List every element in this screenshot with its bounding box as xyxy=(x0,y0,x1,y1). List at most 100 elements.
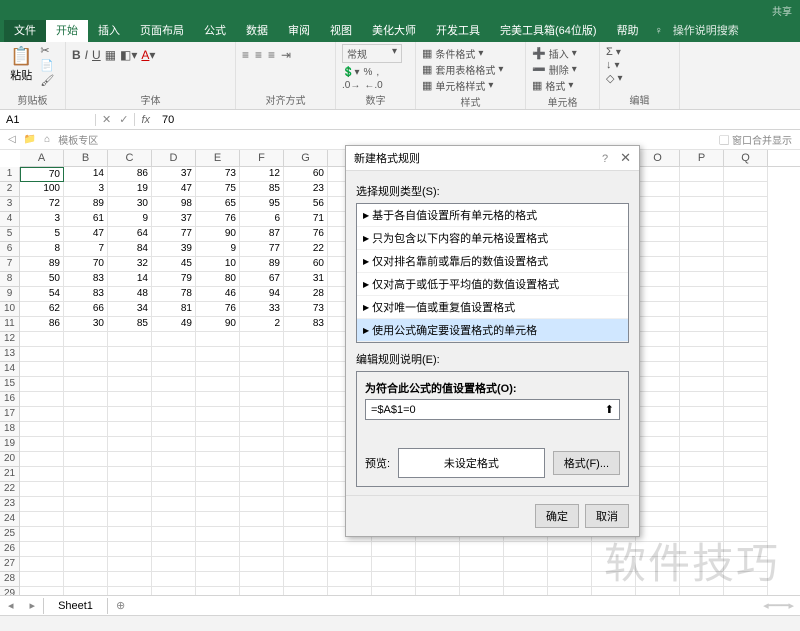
cell[interactable] xyxy=(636,527,680,542)
cell[interactable] xyxy=(636,467,680,482)
cell[interactable] xyxy=(108,407,152,422)
cell[interactable] xyxy=(724,257,768,272)
align-right-icon[interactable]: ≡ xyxy=(268,48,275,62)
col-header[interactable]: C xyxy=(108,150,152,166)
cell[interactable]: 37 xyxy=(152,167,196,182)
row-header[interactable]: 23 xyxy=(0,497,20,512)
cell[interactable] xyxy=(64,347,108,362)
cell[interactable] xyxy=(636,182,680,197)
cell[interactable]: 61 xyxy=(64,212,108,227)
cell[interactable]: 10 xyxy=(196,257,240,272)
cell[interactable]: 50 xyxy=(20,272,64,287)
cell[interactable] xyxy=(64,542,108,557)
cell[interactable] xyxy=(636,227,680,242)
cell[interactable] xyxy=(636,482,680,497)
cell[interactable] xyxy=(108,422,152,437)
cell[interactable] xyxy=(724,362,768,377)
cell[interactable] xyxy=(240,437,284,452)
col-header[interactable]: A xyxy=(20,150,64,166)
cell[interactable] xyxy=(504,557,548,572)
expand-label[interactable]: 窗口合并显示 xyxy=(732,136,792,147)
tab-dev[interactable]: 开发工具 xyxy=(426,20,490,42)
cell[interactable] xyxy=(284,362,328,377)
cell[interactable] xyxy=(680,542,724,557)
cell[interactable] xyxy=(372,542,416,557)
cell[interactable] xyxy=(636,347,680,362)
cell[interactable] xyxy=(152,347,196,362)
cell[interactable]: 84 xyxy=(108,242,152,257)
cell[interactable] xyxy=(724,317,768,332)
cell[interactable]: 76 xyxy=(196,302,240,317)
cell[interactable] xyxy=(724,227,768,242)
add-sheet-icon[interactable]: ⊕ xyxy=(108,599,133,612)
cell[interactable]: 37 xyxy=(152,212,196,227)
tab-perfect[interactable]: 完美工具箱(64位版) xyxy=(490,20,607,42)
cell[interactable] xyxy=(328,557,372,572)
cell[interactable] xyxy=(680,377,724,392)
cell[interactable] xyxy=(152,422,196,437)
col-header[interactable]: P xyxy=(680,150,724,166)
percent-icon[interactable]: % xyxy=(363,67,372,78)
cell[interactable] xyxy=(724,452,768,467)
cell[interactable] xyxy=(196,527,240,542)
folder-icon[interactable]: 📁 xyxy=(24,134,36,145)
cell[interactable] xyxy=(64,377,108,392)
delete-cells-button[interactable]: ➖删除▾ xyxy=(532,62,577,77)
cell[interactable] xyxy=(240,527,284,542)
cell[interactable]: 9 xyxy=(196,242,240,257)
cell[interactable] xyxy=(240,362,284,377)
cell[interactable]: 85 xyxy=(108,317,152,332)
cell[interactable] xyxy=(284,392,328,407)
cell[interactable] xyxy=(20,512,64,527)
format-painter-icon[interactable]: 🖌 xyxy=(40,74,54,87)
row-header[interactable]: 8 xyxy=(0,272,20,287)
cell[interactable]: 3 xyxy=(64,182,108,197)
range-select-icon[interactable]: ⬆ xyxy=(605,403,614,416)
cell[interactable]: 85 xyxy=(240,182,284,197)
cell[interactable] xyxy=(680,227,724,242)
cell[interactable]: 45 xyxy=(152,257,196,272)
cell[interactable] xyxy=(64,437,108,452)
cell[interactable] xyxy=(240,347,284,362)
cell[interactable] xyxy=(548,557,592,572)
cell[interactable] xyxy=(240,542,284,557)
cell[interactable] xyxy=(636,512,680,527)
cell[interactable]: 73 xyxy=(196,167,240,182)
col-header[interactable]: E xyxy=(196,150,240,166)
cell[interactable] xyxy=(20,452,64,467)
row-header[interactable]: 10 xyxy=(0,302,20,317)
cell[interactable] xyxy=(724,557,768,572)
cell[interactable] xyxy=(724,332,768,347)
cell[interactable] xyxy=(636,407,680,422)
cell[interactable] xyxy=(240,392,284,407)
cell[interactable]: 71 xyxy=(284,212,328,227)
cell[interactable]: 31 xyxy=(284,272,328,287)
row-header[interactable]: 20 xyxy=(0,452,20,467)
cell[interactable]: 66 xyxy=(64,302,108,317)
cell[interactable] xyxy=(636,452,680,467)
cell[interactable]: 2 xyxy=(240,317,284,332)
cell[interactable] xyxy=(636,542,680,557)
rule-type-list[interactable]: ▶基于各自值设置所有单元格的格式▶只为包含以下内容的单元格设置格式▶仅对排名靠前… xyxy=(356,203,629,343)
cell[interactable] xyxy=(724,182,768,197)
cell[interactable] xyxy=(724,197,768,212)
cell[interactable]: 19 xyxy=(108,182,152,197)
comma-icon[interactable]: , xyxy=(376,67,379,78)
sheet-nav-next-icon[interactable]: ▸ xyxy=(22,599,44,612)
cell[interactable] xyxy=(240,512,284,527)
cell[interactable]: 98 xyxy=(152,197,196,212)
cell[interactable] xyxy=(680,257,724,272)
tab-data[interactable]: 数据 xyxy=(236,20,278,42)
cell[interactable] xyxy=(284,482,328,497)
currency-icon[interactable]: 💲▾ xyxy=(342,67,359,78)
cell[interactable]: 56 xyxy=(284,197,328,212)
cell[interactable] xyxy=(416,542,460,557)
cell[interactable] xyxy=(20,362,64,377)
cell[interactable] xyxy=(680,452,724,467)
cell[interactable]: 81 xyxy=(152,302,196,317)
cell[interactable]: 79 xyxy=(152,272,196,287)
cell[interactable] xyxy=(240,377,284,392)
tab-home[interactable]: 开始 xyxy=(46,20,88,42)
align-left-icon[interactable]: ≡ xyxy=(242,48,249,62)
cell[interactable] xyxy=(108,512,152,527)
